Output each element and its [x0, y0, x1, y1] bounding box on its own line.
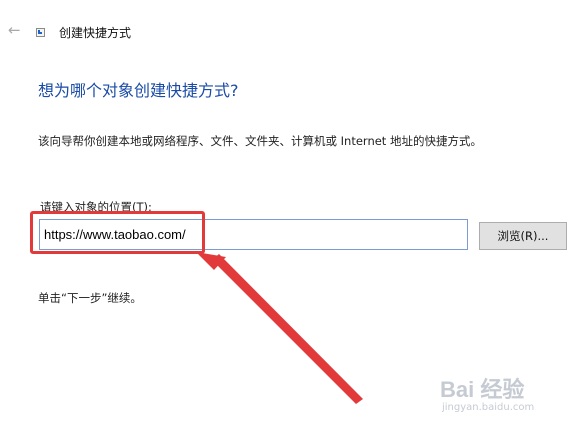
watermark-logo: Bai 经验: [440, 377, 525, 402]
annotation-arrow: [196, 252, 363, 404]
baidu-watermark: Bai 经验 jingyan.baidu.com: [440, 372, 565, 422]
watermark-site: jingyan.baidu.com: [442, 402, 535, 413]
arrow-shaft: [212, 254, 363, 404]
